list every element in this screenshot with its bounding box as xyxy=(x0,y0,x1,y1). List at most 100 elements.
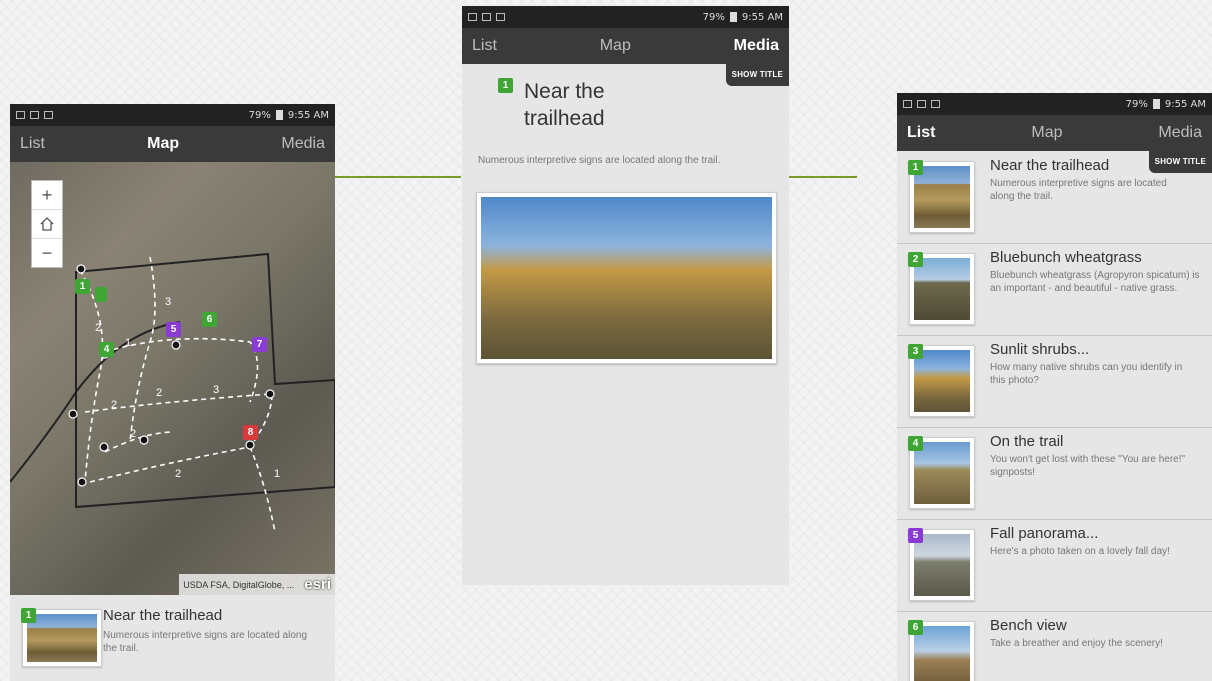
phone-media-view: 79% 9:55 AM List Map Media SHOW TITLE 1 … xyxy=(462,6,789,585)
list-thumbnail-image xyxy=(914,350,970,412)
home-icon[interactable] xyxy=(32,210,62,239)
media-photo[interactable] xyxy=(476,192,777,364)
media-pin: 1 xyxy=(498,78,513,93)
list-pin: 4 xyxy=(908,436,923,451)
card-thumbnail-image xyxy=(27,614,97,662)
story-list: 1 Near the trailhead Numerous interpreti… xyxy=(897,151,1212,681)
tab-media[interactable]: Media xyxy=(281,135,325,153)
trail-label: 1 xyxy=(125,337,132,349)
map-pin-8[interactable]: 8 xyxy=(243,425,258,440)
list-thumbnail-image xyxy=(914,258,970,320)
list-item[interactable]: 2 Bluebunch wheatgrass Bluebunch wheatgr… xyxy=(897,243,1212,336)
list-item[interactable]: 4 On the trail You won't get lost with t… xyxy=(897,427,1212,520)
zoom-in-button[interactable]: + xyxy=(32,181,62,210)
list-thumbnail: 2 xyxy=(908,252,975,325)
list-item[interactable]: 6 Bench view Take a breather and enjoy t… xyxy=(897,611,1212,681)
media-title: Near the trailhead xyxy=(524,80,605,130)
battery-icon xyxy=(729,12,737,22)
list-thumbnail: 5 xyxy=(908,528,975,601)
status-right: 79% 9:55 AM xyxy=(1126,99,1206,110)
card-thumbnail: 1 xyxy=(21,608,102,667)
list-item[interactable]: 3 Sunlit shrubs... How many native shrub… xyxy=(897,335,1212,428)
tab-list[interactable]: List xyxy=(472,37,497,55)
phone-map-view: 79% 9:55 AM List Map Media SHOW TITLE xyxy=(10,104,335,681)
list-item-description: You won't get lost with these "You are h… xyxy=(990,454,1186,478)
attribution-text: USDA FSA, DigitalGlobe, ... xyxy=(183,579,295,590)
status-icons xyxy=(903,100,940,108)
list-item[interactable]: 1 Near the trailhead Numerous interpreti… xyxy=(897,151,1212,244)
list-pin: 3 xyxy=(908,344,923,359)
trail-label: 2 xyxy=(156,387,163,399)
phone-list-view: 79% 9:55 AM List Map Media 1 Near the tr… xyxy=(897,93,1212,681)
status-battery: 79% xyxy=(248,109,271,121)
list-item-title: Sunlit shrubs... xyxy=(990,341,1090,358)
tab-media[interactable]: Media xyxy=(1158,124,1202,142)
status-battery: 79% xyxy=(702,11,725,23)
status-icons xyxy=(468,13,505,21)
map-pin-4[interactable]: 4 xyxy=(99,342,114,357)
tab-media[interactable]: Media xyxy=(734,37,779,55)
status-right: 79% 9:55 AM xyxy=(703,12,783,23)
tab-map[interactable]: Map xyxy=(1031,124,1062,142)
status-bar: 79% 9:55 AM xyxy=(462,6,789,28)
map-pin-6[interactable]: 6 xyxy=(202,312,217,327)
battery-icon xyxy=(275,110,283,120)
map-canvas[interactable]: 1 5 6 4 7 8 1 2 2 3 2 2 2 1 3 + − USDA F… xyxy=(10,162,335,595)
list-item-title: Bench view xyxy=(990,617,1067,634)
connector-line-right xyxy=(789,176,857,178)
list-thumbnail: 3 xyxy=(908,344,975,417)
list-item-title: On the trail xyxy=(990,433,1064,450)
list-thumbnail: 6 xyxy=(908,620,975,681)
app-bar: List Map Media xyxy=(10,126,335,162)
tab-map[interactable]: Map xyxy=(147,135,179,153)
status-time: 9:55 AM xyxy=(287,109,329,121)
list-pin: 1 xyxy=(908,160,923,175)
list-thumbnail-image xyxy=(914,166,970,228)
trail-label: 1 xyxy=(274,468,281,480)
tab-list[interactable]: List xyxy=(907,124,935,142)
status-bar: 79% 9:55 AM xyxy=(10,104,335,126)
zoom-out-button[interactable]: − xyxy=(32,239,62,267)
trail-label: 3 xyxy=(213,384,220,396)
list-item-description: Take a breather and enjoy the scenery! xyxy=(990,638,1163,649)
list-thumbnail-image xyxy=(914,442,970,504)
list-item[interactable]: 5 Fall panorama... Here's a photo taken … xyxy=(897,519,1212,612)
map-pin-2[interactable] xyxy=(95,287,107,302)
map-pin-1[interactable]: 1 xyxy=(75,279,90,294)
app-bar: List Map Media xyxy=(897,115,1212,151)
tab-list[interactable]: List xyxy=(20,135,45,153)
show-title-button[interactable]: SHOW TITLE xyxy=(1148,151,1212,173)
card-title: Near the trailhead xyxy=(103,607,223,624)
media-photo-image xyxy=(481,197,772,359)
trail-label: 2 xyxy=(95,322,102,334)
list-pin: 6 xyxy=(908,620,923,635)
tab-map[interactable]: Map xyxy=(600,37,631,55)
list-thumbnail: 4 xyxy=(908,436,975,509)
trail-label: 3 xyxy=(165,296,172,308)
connector-line-left xyxy=(335,176,461,178)
card-description: Numerous interpretive signs are located … xyxy=(103,630,307,654)
trail-paths xyxy=(79,256,276,533)
list-item-description: How many native shrubs can you identify … xyxy=(990,362,1183,386)
list-thumbnail: 1 xyxy=(908,160,975,233)
status-time: 9:55 AM xyxy=(1164,98,1206,110)
status-right: 79% 9:55 AM xyxy=(249,110,329,121)
list-item-title: Bluebunch wheatgrass xyxy=(990,249,1142,266)
map-zoom-control: + − xyxy=(31,180,63,268)
preserve-boundary xyxy=(75,252,335,509)
list-item-description: Numerous interpretive signs are located … xyxy=(990,178,1167,202)
battery-icon xyxy=(1152,99,1160,109)
list-thumbnail-image xyxy=(914,534,970,596)
trail-label: 2 xyxy=(130,428,137,440)
map-attribution: USDA FSA, DigitalGlobe, ... esri xyxy=(179,574,335,595)
status-battery: 79% xyxy=(1125,98,1148,110)
list-item-description: Here's a photo taken on a lovely fall da… xyxy=(990,546,1170,557)
map-pin-5[interactable]: 5 xyxy=(166,322,181,337)
list-pin: 5 xyxy=(908,528,923,543)
media-body: 1 Near the trailhead Numerous interpreti… xyxy=(462,64,789,585)
list-item-title: Fall panorama... xyxy=(990,525,1099,542)
list-item-description: Bluebunch wheatgrass (Agropyron spicatum… xyxy=(990,270,1200,294)
map-selected-card[interactable]: 1 Near the trailhead Numerous interpreti… xyxy=(10,595,335,681)
map-pin-7[interactable]: 7 xyxy=(252,337,267,352)
trail-label: 2 xyxy=(111,399,118,411)
